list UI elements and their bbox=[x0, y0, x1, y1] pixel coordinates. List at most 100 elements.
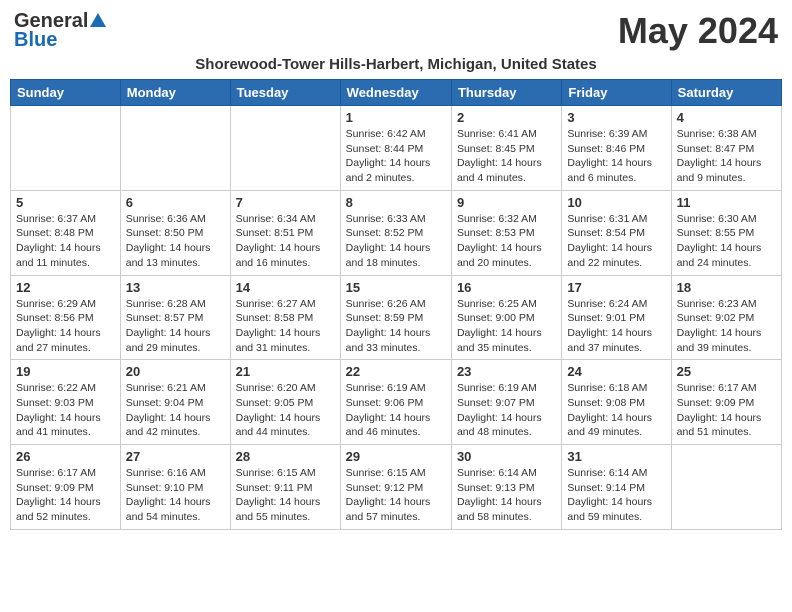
calendar-cell: 23 Sunrise: 6:19 AM Sunset: 9:07 PM Dayli… bbox=[451, 360, 561, 445]
day-number: 20 bbox=[126, 364, 225, 379]
calendar-cell: 16Sunrise: 6:25 AM Sunset: 9:00 PM Dayli… bbox=[451, 275, 561, 360]
calendar-cell: 8 Sunrise: 6:33 AM Sunset: 8:52 PM Daylig… bbox=[340, 190, 451, 275]
day-info: Sunrise: 6:25 AM Sunset: 9:00 PM Dayligh… bbox=[457, 297, 556, 356]
day-number: 21 bbox=[236, 364, 335, 379]
day-number: 1 bbox=[346, 110, 446, 125]
day-number: 2 bbox=[457, 110, 556, 125]
day-info: Sunrise: 6:33 AM Sunset: 8:52 PM Dayligh… bbox=[346, 212, 446, 271]
calendar-cell bbox=[11, 106, 121, 191]
calendar-cell: 15 Sunrise: 6:26 AM Sunset: 8:59 PM Dayli… bbox=[340, 275, 451, 360]
calendar-day-header: Monday bbox=[120, 80, 230, 106]
day-number: 7 bbox=[236, 195, 335, 210]
day-info: Sunrise: 6:37 AM Sunset: 8:48 PM Dayligh… bbox=[16, 212, 115, 271]
day-number: 25 bbox=[677, 364, 776, 379]
day-info: Sunrise: 6:24 AM Sunset: 9:01 PM Dayligh… bbox=[567, 297, 665, 356]
day-info: Sunrise: 6:32 AM Sunset: 8:53 PM Dayligh… bbox=[457, 212, 556, 271]
calendar-cell: 7 Sunrise: 6:34 AM Sunset: 8:51 PM Daylig… bbox=[230, 190, 340, 275]
calendar-cell bbox=[671, 445, 781, 530]
calendar-cell: 2 Sunrise: 6:41 AM Sunset: 8:45 PM Daylig… bbox=[451, 106, 561, 191]
calendar-week-row: 26 Sunrise: 6:17 AM Sunset: 9:09 PM Dayli… bbox=[11, 445, 782, 530]
calendar-cell: 25Sunrise: 6:17 AM Sunset: 9:09 PM Dayli… bbox=[671, 360, 781, 445]
day-number: 17 bbox=[567, 280, 665, 295]
day-info: Sunrise: 6:27 AM Sunset: 8:58 PM Dayligh… bbox=[236, 297, 335, 356]
day-number: 6 bbox=[126, 195, 225, 210]
calendar-cell: 21Sunrise: 6:20 AM Sunset: 9:05 PM Dayli… bbox=[230, 360, 340, 445]
calendar-cell: 3Sunrise: 6:39 AM Sunset: 8:46 PM Daylig… bbox=[562, 106, 671, 191]
day-info: Sunrise: 6:19 AM Sunset: 9:07 PM Dayligh… bbox=[457, 381, 556, 440]
calendar-week-row: 5 Sunrise: 6:37 AM Sunset: 8:48 PM Daylig… bbox=[11, 190, 782, 275]
logo: General Blue bbox=[14, 10, 107, 52]
calendar-cell: 9Sunrise: 6:32 AM Sunset: 8:53 PM Daylig… bbox=[451, 190, 561, 275]
calendar-cell bbox=[230, 106, 340, 191]
day-number: 19 bbox=[16, 364, 115, 379]
day-number: 8 bbox=[346, 195, 446, 210]
day-number: 28 bbox=[236, 449, 335, 464]
day-info: Sunrise: 6:14 AM Sunset: 9:14 PM Dayligh… bbox=[567, 466, 665, 525]
day-number: 5 bbox=[16, 195, 115, 210]
calendar-day-header: Wednesday bbox=[340, 80, 451, 106]
calendar-cell: 10Sunrise: 6:31 AM Sunset: 8:54 PM Dayli… bbox=[562, 190, 671, 275]
day-number: 26 bbox=[16, 449, 115, 464]
day-info: Sunrise: 6:38 AM Sunset: 8:47 PM Dayligh… bbox=[677, 127, 776, 186]
calendar-cell bbox=[120, 106, 230, 191]
calendar-header-row: SundayMondayTuesdayWednesdayThursdayFrid… bbox=[11, 80, 782, 106]
day-number: 15 bbox=[346, 280, 446, 295]
day-number: 14 bbox=[236, 280, 335, 295]
calendar-cell: 17 Sunrise: 6:24 AM Sunset: 9:01 PM Dayli… bbox=[562, 275, 671, 360]
calendar-cell: 22 Sunrise: 6:19 AM Sunset: 9:06 PM Dayli… bbox=[340, 360, 451, 445]
calendar-cell: 13Sunrise: 6:28 AM Sunset: 8:57 PM Dayli… bbox=[120, 275, 230, 360]
day-info: Sunrise: 6:21 AM Sunset: 9:04 PM Dayligh… bbox=[126, 381, 225, 440]
calendar-day-header: Sunday bbox=[11, 80, 121, 106]
calendar-cell: 4Sunrise: 6:38 AM Sunset: 8:47 PM Daylig… bbox=[671, 106, 781, 191]
calendar-week-row: 19 Sunrise: 6:22 AM Sunset: 9:03 PM Dayli… bbox=[11, 360, 782, 445]
day-info: Sunrise: 6:19 AM Sunset: 9:06 PM Dayligh… bbox=[346, 381, 446, 440]
day-info: Sunrise: 6:14 AM Sunset: 9:13 PM Dayligh… bbox=[457, 466, 556, 525]
day-info: Sunrise: 6:42 AM Sunset: 8:44 PM Dayligh… bbox=[346, 127, 446, 186]
page-subtitle: Shorewood-Tower Hills-Harbert, Michigan,… bbox=[10, 56, 782, 73]
calendar-day-header: Saturday bbox=[671, 80, 781, 106]
calendar-cell: 12Sunrise: 6:29 AM Sunset: 8:56 PM Dayli… bbox=[11, 275, 121, 360]
day-number: 31 bbox=[567, 449, 665, 464]
day-number: 23 bbox=[457, 364, 556, 379]
day-info: Sunrise: 6:41 AM Sunset: 8:45 PM Dayligh… bbox=[457, 127, 556, 186]
day-info: Sunrise: 6:23 AM Sunset: 9:02 PM Dayligh… bbox=[677, 297, 776, 356]
calendar-cell: 1 Sunrise: 6:42 AM Sunset: 8:44 PM Daylig… bbox=[340, 106, 451, 191]
calendar-cell: 28Sunrise: 6:15 AM Sunset: 9:11 PM Dayli… bbox=[230, 445, 340, 530]
calendar-cell: 27 Sunrise: 6:16 AM Sunset: 9:10 PM Dayli… bbox=[120, 445, 230, 530]
calendar-cell: 31 Sunrise: 6:14 AM Sunset: 9:14 PM Dayli… bbox=[562, 445, 671, 530]
day-number: 10 bbox=[567, 195, 665, 210]
day-number: 18 bbox=[677, 280, 776, 295]
day-number: 13 bbox=[126, 280, 225, 295]
day-info: Sunrise: 6:30 AM Sunset: 8:55 PM Dayligh… bbox=[677, 212, 776, 271]
day-number: 22 bbox=[346, 364, 446, 379]
day-number: 30 bbox=[457, 449, 556, 464]
calendar-week-row: 12Sunrise: 6:29 AM Sunset: 8:56 PM Dayli… bbox=[11, 275, 782, 360]
day-info: Sunrise: 6:18 AM Sunset: 9:08 PM Dayligh… bbox=[567, 381, 665, 440]
day-number: 27 bbox=[126, 449, 225, 464]
day-info: Sunrise: 6:22 AM Sunset: 9:03 PM Dayligh… bbox=[16, 381, 115, 440]
calendar-cell: 6Sunrise: 6:36 AM Sunset: 8:50 PM Daylig… bbox=[120, 190, 230, 275]
page-header: General Blue May 2024 bbox=[10, 10, 782, 52]
calendar-day-header: Tuesday bbox=[230, 80, 340, 106]
day-info: Sunrise: 6:34 AM Sunset: 8:51 PM Dayligh… bbox=[236, 212, 335, 271]
day-number: 29 bbox=[346, 449, 446, 464]
calendar-cell: 20 Sunrise: 6:21 AM Sunset: 9:04 PM Dayli… bbox=[120, 360, 230, 445]
calendar-cell: 26 Sunrise: 6:17 AM Sunset: 9:09 PM Dayli… bbox=[11, 445, 121, 530]
calendar-cell: 11Sunrise: 6:30 AM Sunset: 8:55 PM Dayli… bbox=[671, 190, 781, 275]
calendar-cell: 24Sunrise: 6:18 AM Sunset: 9:08 PM Dayli… bbox=[562, 360, 671, 445]
calendar-cell: 14 Sunrise: 6:27 AM Sunset: 8:58 PM Dayli… bbox=[230, 275, 340, 360]
day-info: Sunrise: 6:39 AM Sunset: 8:46 PM Dayligh… bbox=[567, 127, 665, 186]
day-info: Sunrise: 6:29 AM Sunset: 8:56 PM Dayligh… bbox=[16, 297, 115, 356]
day-info: Sunrise: 6:16 AM Sunset: 9:10 PM Dayligh… bbox=[126, 466, 225, 525]
calendar-day-header: Thursday bbox=[451, 80, 561, 106]
logo-triangle-icon bbox=[89, 11, 107, 29]
calendar-week-row: 1 Sunrise: 6:42 AM Sunset: 8:44 PM Daylig… bbox=[11, 106, 782, 191]
calendar-cell: 18 Sunrise: 6:23 AM Sunset: 9:02 PM Dayli… bbox=[671, 275, 781, 360]
day-info: Sunrise: 6:17 AM Sunset: 9:09 PM Dayligh… bbox=[16, 466, 115, 525]
logo-blue: Blue bbox=[14, 29, 57, 52]
calendar-cell: 30 Sunrise: 6:14 AM Sunset: 9:13 PM Dayli… bbox=[451, 445, 561, 530]
day-info: Sunrise: 6:26 AM Sunset: 8:59 PM Dayligh… bbox=[346, 297, 446, 356]
calendar-table: SundayMondayTuesdayWednesdayThursdayFrid… bbox=[10, 79, 782, 530]
calendar-cell: 29Sunrise: 6:15 AM Sunset: 9:12 PM Dayli… bbox=[340, 445, 451, 530]
calendar-cell: 5 Sunrise: 6:37 AM Sunset: 8:48 PM Daylig… bbox=[11, 190, 121, 275]
